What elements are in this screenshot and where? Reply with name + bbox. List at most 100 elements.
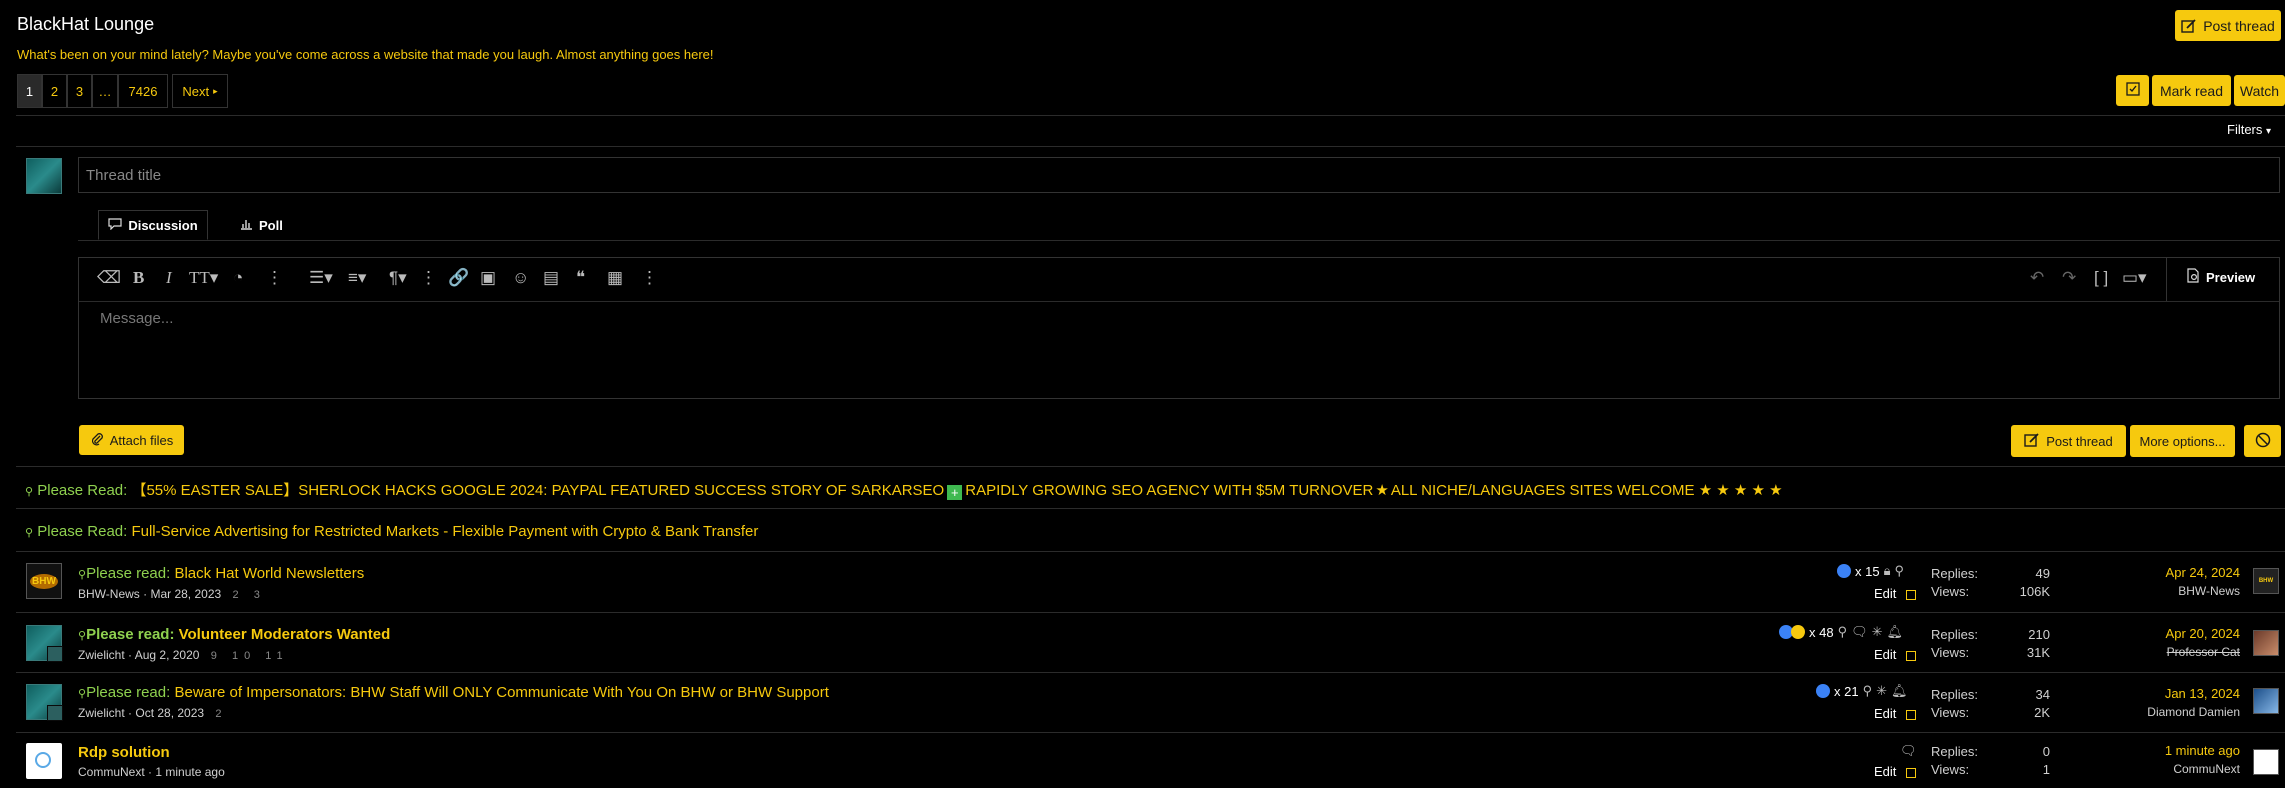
reaction-summary[interactable]: x 48 ⚲ 🗨︎ ✳︎ 🔔︎ xyxy=(1779,624,1903,640)
bold-icon[interactable]: B xyxy=(133,268,144,288)
more-insert-icon[interactable]: ⋮ xyxy=(641,268,658,288)
smilie-icon[interactable]: ☺ xyxy=(512,268,529,288)
thread-title-line[interactable]: ⚲Please read: Beware of Impersonators: B… xyxy=(78,684,829,701)
post-thread-label: Post thread xyxy=(2046,433,2113,449)
last-post-user[interactable]: BHW-News xyxy=(2178,584,2240,598)
last-post-date[interactable]: 1 minute ago xyxy=(2165,743,2240,758)
thread-row[interactable]: Rdp solution CommuNext · 1 minute ago 🗨︎… xyxy=(0,733,2285,788)
edit-control[interactable]: Edit xyxy=(1874,647,1917,662)
more-text-icon[interactable]: ⋮ xyxy=(266,268,283,288)
thread-title-line[interactable]: ⚲Please read: Black Hat World Newsletter… xyxy=(78,565,364,582)
tab-poll[interactable]: Poll xyxy=(240,210,300,240)
page-ellipsis-button[interactable]: … xyxy=(92,74,118,108)
thread-author[interactable]: Zwielicht xyxy=(78,706,125,720)
select-checkbox[interactable] xyxy=(1906,650,1917,661)
drafts-icon[interactable]: ▭▾ xyxy=(2122,268,2147,288)
bbcode-icon[interactable]: [ ] xyxy=(2094,268,2108,288)
star-icon: ★ ★ ★ ★ ★ xyxy=(1698,482,1783,499)
post-thread-button-top[interactable]: Post thread xyxy=(2175,10,2281,41)
thread-meta: Zwielicht · Oct 28, 2023 2 xyxy=(78,706,228,720)
link-icon[interactable]: 🔗 xyxy=(448,268,469,288)
replies-count: 34 xyxy=(2035,687,2050,702)
edit-link[interactable]: Edit xyxy=(1874,586,1896,601)
tab-discussion[interactable]: Discussion xyxy=(98,210,208,240)
thread-title[interactable]: Black Hat World Newsletters xyxy=(174,565,364,582)
page-1-button[interactable]: 1 xyxy=(17,74,42,108)
page-2-button[interactable]: 2 xyxy=(42,74,67,108)
caret-right-icon: ▸ xyxy=(213,85,218,96)
select-checkbox[interactable] xyxy=(1906,589,1917,600)
sticky-notice-1[interactable]: ⚲ Please Read: 【55% EASTER SALE】SHERLOCK… xyxy=(25,479,1783,500)
last-post-date[interactable]: Apr 20, 2024 xyxy=(2166,626,2240,641)
cancel-button[interactable] xyxy=(2244,425,2281,457)
watch-button[interactable]: Watch xyxy=(2234,75,2285,106)
select-checkbox-button[interactable] xyxy=(2116,75,2149,106)
page-last-button[interactable]: 7426 xyxy=(118,74,168,108)
sticky-notice-2[interactable]: ⚲ Please Read: Full-Service Advertising … xyxy=(25,523,758,540)
tab-poll-label: Poll xyxy=(259,217,283,233)
last-post-date[interactable]: Apr 24, 2024 xyxy=(2166,565,2240,580)
page-3-button[interactable]: 3 xyxy=(67,74,92,108)
more-paragraph-icon[interactable]: ⋮ xyxy=(420,268,437,288)
thread-author[interactable]: BHW-News xyxy=(78,587,140,601)
message-editor[interactable]: Message... xyxy=(78,257,2280,399)
thread-meta: CommuNext · 1 minute ago xyxy=(78,765,225,779)
more-options-button[interactable]: More options... xyxy=(2130,425,2235,457)
attach-files-button[interactable]: Attach files xyxy=(79,425,184,455)
select-checkbox[interactable] xyxy=(1906,767,1917,778)
thread-pages[interactable]: 2 3 xyxy=(233,589,266,601)
align-icon[interactable]: ≡▾ xyxy=(348,268,366,288)
next-page-button[interactable]: Next ▸ xyxy=(172,74,228,108)
thread-author[interactable]: Zwielicht xyxy=(78,648,125,662)
text-size-icon[interactable]: TT▾ xyxy=(189,268,218,288)
last-post-user[interactable]: Diamond Damien xyxy=(2147,705,2240,719)
like-reaction-icon xyxy=(1837,564,1851,578)
thread-title[interactable]: Beware of Impersonators: BHW Staff Will … xyxy=(174,684,828,701)
thread-author[interactable]: CommuNext xyxy=(78,765,145,779)
thread-title-line[interactable]: ⚲Please read: Volunteer Moderators Wante… xyxy=(78,626,390,643)
notice-text: Full-Service Advertising for Restricted … xyxy=(131,523,759,540)
edit-link[interactable]: Edit xyxy=(1874,647,1896,662)
reaction-summary[interactable]: x 21 ⚲ ✳︎ 🔔︎ xyxy=(1816,683,1908,699)
post-thread-button[interactable]: Post thread xyxy=(2011,425,2126,457)
edit-link[interactable]: Edit xyxy=(1874,706,1896,721)
last-post-date[interactable]: Jan 13, 2024 xyxy=(2165,686,2240,701)
bhw-logo-text: BHW xyxy=(2258,578,2274,584)
paragraph-icon[interactable]: ¶▾ xyxy=(389,268,407,288)
thread-row[interactable]: ⚲Please read: Volunteer Moderators Wante… xyxy=(0,613,2285,672)
thread-row[interactable]: BHW ⚲Please read: Black Hat World Newsle… xyxy=(0,552,2285,612)
palette-icon[interactable]: ◔ xyxy=(233,268,243,288)
thread-title-line[interactable]: Rdp solution xyxy=(78,744,170,761)
reaction-summary[interactable]: x 15 🔒︎ ⚲ xyxy=(1837,563,1904,579)
pin-icon: ⚲ xyxy=(25,527,34,539)
italic-icon[interactable]: I xyxy=(166,268,172,288)
mark-read-button[interactable]: Mark read xyxy=(2152,75,2231,106)
thread-row[interactable]: ⚲Please read: Beware of Impersonators: B… xyxy=(0,673,2285,732)
undo-icon[interactable]: ↶ xyxy=(2030,268,2044,288)
eraser-icon[interactable]: ⌫ xyxy=(97,268,121,288)
last-post-user[interactable]: CommuNext xyxy=(2173,762,2240,776)
list-icon[interactable]: ☰▾ xyxy=(309,268,333,288)
thread-title[interactable]: Volunteer Moderators Wanted xyxy=(179,626,391,643)
thread-title-input[interactable]: Thread title xyxy=(78,157,2280,193)
image-icon[interactable]: ▣ xyxy=(480,268,496,288)
last-post-user[interactable]: Professor Cat xyxy=(2167,645,2240,659)
thread-author-avatar xyxy=(26,625,63,662)
edit-control[interactable]: Edit xyxy=(1874,586,1917,601)
quote-icon[interactable]: ❝ xyxy=(576,268,585,288)
preview-button[interactable]: Preview xyxy=(2186,268,2255,286)
media-icon[interactable]: ▤ xyxy=(543,268,559,288)
views-count: 31K xyxy=(2026,645,2050,660)
select-checkbox[interactable] xyxy=(1906,709,1917,720)
table-icon[interactable]: ▦ xyxy=(607,268,623,288)
redo-icon[interactable]: ↷ xyxy=(2062,268,2076,288)
thread-pages[interactable]: 9 10 11 xyxy=(211,650,289,662)
bell-icon: 🔔︎ xyxy=(1891,683,1908,698)
edit-control[interactable]: Edit xyxy=(1874,764,1917,779)
thread-date: Mar 28, 2023 xyxy=(150,587,222,601)
edit-link[interactable]: Edit xyxy=(1874,764,1896,779)
filters-dropdown[interactable]: Filters ▾ xyxy=(2227,122,2271,137)
thread-title[interactable]: Rdp solution xyxy=(78,744,170,761)
edit-control[interactable]: Edit xyxy=(1874,706,1917,721)
thread-pages[interactable]: 2 xyxy=(215,708,227,720)
